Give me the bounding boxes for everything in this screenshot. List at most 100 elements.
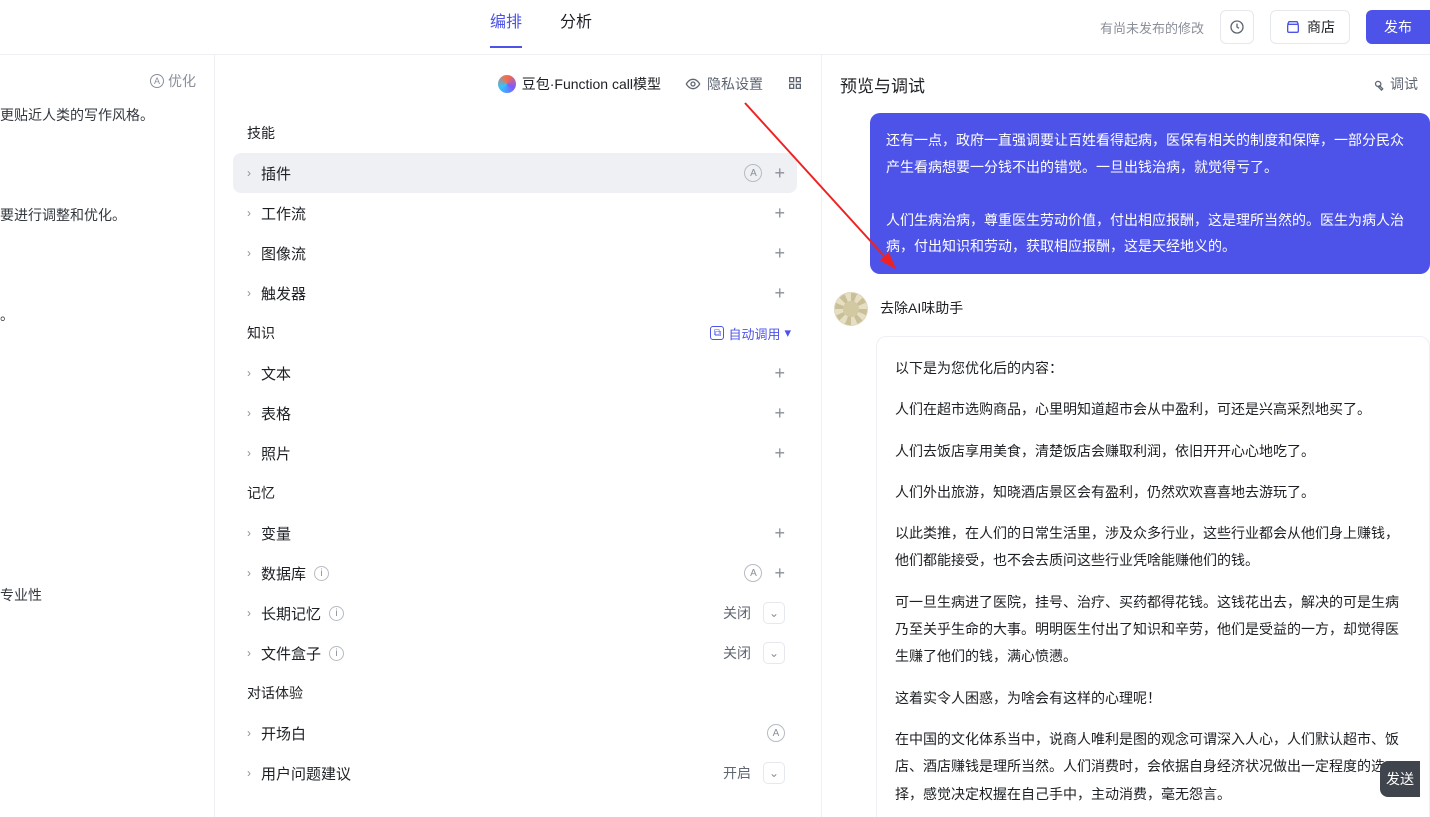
chevron-right-icon: › <box>247 406 251 420</box>
plus-icon[interactable]: + <box>774 564 785 582</box>
chevron-down-icon: ▾ <box>784 325 791 341</box>
row-label: 长期记忆 <box>261 603 321 624</box>
row-label: 工作流 <box>261 203 306 224</box>
plus-icon[interactable]: + <box>774 204 785 222</box>
row-opening[interactable]: › 开场白 A <box>233 713 797 753</box>
top-bar: 编排 分析 有尚未发布的修改 商店 发布 <box>0 0 1430 55</box>
chevron-right-icon: › <box>247 726 251 740</box>
assistant-paragraph: 可一旦生病进了医院，挂号、治疗、买药都得花钱。这钱花出去，解决的可是生病乃至关乎… <box>895 589 1411 671</box>
optimize-icon: A <box>150 74 164 88</box>
optimize-label: 优化 <box>168 71 196 91</box>
row-photo[interactable]: › 照片 + <box>233 433 797 473</box>
auto-call-icon: ⧉ <box>710 326 724 340</box>
dropdown-button[interactable]: ⌄ <box>763 762 785 784</box>
assistant-message: 以下是为您优化后的内容： 人们在超市选购商品，心里明知道超市会从中盈利，可还是兴… <box>876 336 1430 817</box>
plus-icon[interactable]: + <box>774 364 785 382</box>
chat-area: 还有一点，政府一直强调要让百姓看得起病，医保有相关的制度和保障，一部分民众产生看… <box>822 113 1430 817</box>
row-label: 触发器 <box>261 283 306 304</box>
assistant-paragraph: 以下是为您优化后的内容： <box>895 355 1411 382</box>
assistant-paragraph: 以此类推，在人们的日常生活里，涉及众多行业，这些行业都会从他们身上赚钱，他们都能… <box>895 520 1411 575</box>
row-label: 数据库 <box>261 563 306 584</box>
apps-button[interactable] <box>787 75 803 94</box>
chevron-right-icon: › <box>247 206 251 220</box>
section-skills-title: 技能 <box>233 113 797 153</box>
grid-icon <box>787 75 803 91</box>
assistant-header: 去除AI味助手 <box>822 282 1430 326</box>
preview-header: 预览与调试 调试 <box>822 55 1430 113</box>
row-user-suggestion[interactable]: › 用户问题建议 开启⌄ <box>233 753 797 793</box>
preview-title: 预览与调试 <box>840 72 925 97</box>
assistant-paragraph: 人们外出旅游，知晓酒店景区会有盈利，仍然欢欢喜喜地去游玩了。 <box>895 479 1411 506</box>
state-label: 关闭 <box>723 643 751 663</box>
row-imageflow[interactable]: › 图像流 + <box>233 233 797 273</box>
debug-label: 调试 <box>1390 74 1418 94</box>
plus-icon[interactable]: + <box>774 444 785 462</box>
section-dialog-title: 对话体验 <box>233 673 797 713</box>
history-button[interactable] <box>1220 10 1254 44</box>
row-label: 文本 <box>261 363 291 384</box>
row-filebox[interactable]: › 文件盒子 i 关闭 ⌄ <box>233 633 797 673</box>
store-icon <box>1285 19 1301 35</box>
optimize-badge[interactable]: A 优化 <box>0 67 204 105</box>
section-label: 知识 <box>247 323 275 343</box>
privacy-settings[interactable]: 隐私设置 <box>685 74 763 94</box>
info-icon[interactable]: i <box>314 566 329 581</box>
state-label: 开启 <box>723 763 751 783</box>
left-line: 更贴近人类的写作风格。 <box>0 105 204 125</box>
row-plugin[interactable]: › 插件 A+ <box>233 153 797 193</box>
tab-arrange[interactable]: 编排 <box>490 8 522 46</box>
section-memory-title: 记忆 <box>233 473 797 513</box>
eye-icon <box>685 76 701 92</box>
chevron-right-icon: › <box>247 446 251 460</box>
row-label: 变量 <box>261 523 291 544</box>
row-table[interactable]: › 表格 + <box>233 393 797 433</box>
row-database[interactable]: › 数据库 i A+ <box>233 553 797 593</box>
row-label: 文件盒子 <box>261 643 321 664</box>
main-area: A 优化 更贴近人类的写作风格。 要进行调整和优化。 。 专业性 豆包·Func… <box>0 55 1430 817</box>
tab-analyze[interactable]: 分析 <box>560 8 592 46</box>
row-workflow[interactable]: › 工作流 + <box>233 193 797 233</box>
chevron-right-icon: › <box>247 366 251 380</box>
store-button[interactable]: 商店 <box>1270 10 1350 44</box>
assistant-paragraph: 在中国的文化体系当中，说商人唯利是图的观念可谓深入人心，人们默认超市、饭店、酒店… <box>895 726 1411 808</box>
chevron-right-icon: › <box>247 246 251 260</box>
plus-icon[interactable]: + <box>774 404 785 422</box>
dropdown-button[interactable]: ⌄ <box>763 642 785 664</box>
auto-call-button[interactable]: ⧉ 自动调用 ▾ <box>710 324 791 343</box>
plus-icon[interactable]: + <box>774 164 785 182</box>
chevron-right-icon: › <box>247 566 251 580</box>
row-label: 图像流 <box>261 243 306 264</box>
assistant-paragraph: 这着实令人困惑，为啥会有这样的心理呢！ <box>895 685 1411 712</box>
a-badge-icon: A <box>767 724 785 742</box>
section-knowledge-title: 知识 ⧉ 自动调用 ▾ <box>233 313 797 353</box>
assistant-avatar <box>834 292 868 326</box>
plus-icon[interactable]: + <box>774 524 785 542</box>
store-label: 商店 <box>1307 17 1335 37</box>
plus-icon[interactable]: + <box>774 284 785 302</box>
left-line: 。 <box>0 305 204 325</box>
info-icon[interactable]: i <box>329 646 344 661</box>
chevron-right-icon: › <box>247 606 251 620</box>
model-name: 豆包·Function call模型 <box>522 74 661 94</box>
left-line: 专业性 <box>0 585 204 605</box>
assistant-paragraph: 人们在超市选购商品，心里明知道超市会从中盈利，可还是兴高采烈地买了。 <box>895 396 1411 423</box>
row-longterm[interactable]: › 长期记忆 i 关闭⌄ <box>233 593 797 633</box>
row-label: 开场白 <box>261 723 306 744</box>
info-icon[interactable]: i <box>329 606 344 621</box>
publish-button[interactable]: 发布 <box>1366 10 1430 44</box>
dropdown-button[interactable]: ⌄ <box>763 602 785 624</box>
chevron-right-icon: › <box>247 526 251 540</box>
send-button[interactable]: 发送 <box>1380 761 1420 797</box>
debug-button[interactable]: 调试 <box>1369 74 1418 94</box>
privacy-label: 隐私设置 <box>707 74 763 94</box>
row-variable[interactable]: › 变量 + <box>233 513 797 553</box>
model-selector[interactable]: 豆包·Function call模型 <box>498 74 661 94</box>
chevron-right-icon: › <box>247 166 251 180</box>
unsaved-hint: 有尚未发布的修改 <box>1100 18 1204 37</box>
wrench-icon <box>1369 77 1384 92</box>
plus-icon[interactable]: + <box>774 244 785 262</box>
row-text[interactable]: › 文本 + <box>233 353 797 393</box>
chevron-right-icon: › <box>247 646 251 660</box>
right-pane: 预览与调试 调试 还有一点，政府一直强调要让百姓看得起病，医保有相关的制度和保障… <box>822 55 1430 817</box>
row-trigger[interactable]: › 触发器 + <box>233 273 797 313</box>
